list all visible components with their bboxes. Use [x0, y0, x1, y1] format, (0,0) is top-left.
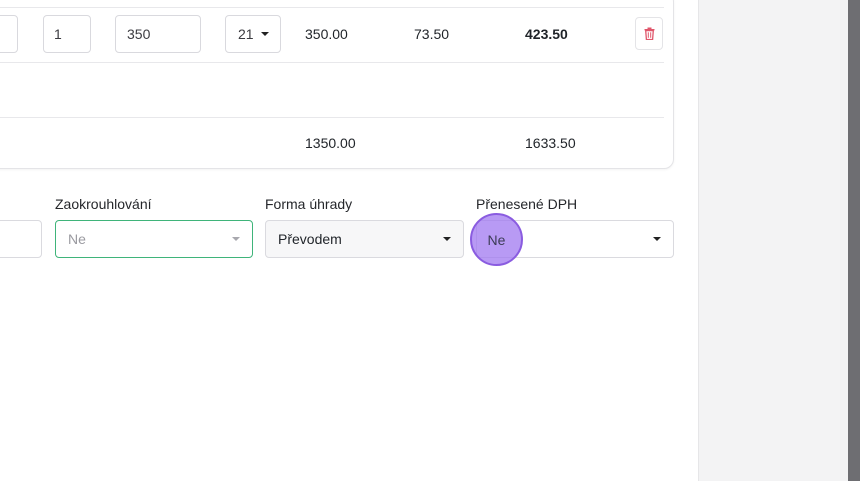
rounding-placeholder: Ne — [68, 231, 86, 247]
delete-row-button[interactable] — [635, 17, 663, 50]
side-panel — [698, 0, 848, 481]
quantity-value: 1 — [54, 26, 62, 42]
row-divider — [0, 62, 664, 63]
unit-price-input[interactable]: 350 — [115, 15, 201, 53]
payment-method-select[interactable]: Převodem — [265, 220, 464, 258]
trash-icon — [644, 27, 654, 40]
item-name-input[interactable] — [0, 15, 18, 53]
row-divider — [0, 117, 664, 118]
rounding-select[interactable]: Ne — [55, 220, 253, 258]
vat-rate-value: 21 — [238, 26, 254, 42]
unit-price-value: 350 — [127, 26, 151, 42]
payment-method-label: Forma úhrady — [265, 196, 353, 212]
row-base-amount: 350.00 — [305, 26, 348, 42]
reverse-charge-label: Přenesené DPH — [476, 196, 578, 212]
row-vat-amount: 73.50 — [414, 26, 450, 42]
previous-field-input[interactable] — [0, 220, 42, 258]
invoice-main: 1 350 21 350.00 73.50 423.50 1350.00 163… — [0, 0, 698, 481]
chevron-down-icon — [653, 237, 661, 241]
window-scrollbar[interactable] — [848, 0, 860, 481]
sum-base-amount: 1350.00 — [305, 135, 356, 151]
rounding-label: Zaokrouhlování — [55, 196, 152, 212]
reverse-charge-value: Ne — [487, 231, 506, 248]
chevron-down-icon — [232, 237, 240, 241]
sum-total-amount: 1633.50 — [525, 135, 576, 151]
row-total-amount: 423.50 — [525, 26, 568, 42]
vat-rate-select[interactable]: 21 — [225, 15, 281, 53]
chevron-down-icon — [443, 237, 451, 241]
payment-method-value: Převodem — [278, 231, 342, 247]
quantity-input[interactable]: 1 — [43, 15, 91, 53]
row-divider — [0, 7, 664, 8]
click-highlight: Ne — [470, 213, 523, 266]
chevron-down-icon — [260, 32, 269, 36]
